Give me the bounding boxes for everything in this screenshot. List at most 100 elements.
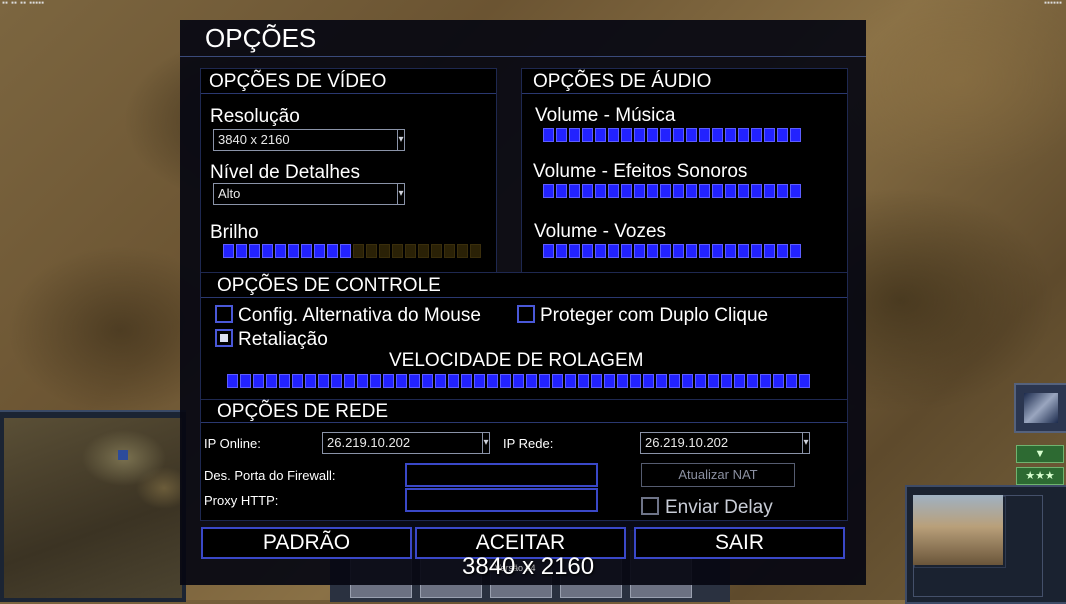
- brightness-slider[interactable]: [223, 244, 481, 258]
- slider-segment: [275, 244, 286, 258]
- resolution-label: Resolução: [210, 106, 300, 127]
- video-section-title: OPÇÕES DE VÍDEO: [209, 71, 387, 92]
- slider-segment: [621, 128, 632, 142]
- slider-segment: [773, 374, 784, 388]
- alt-mouse-checkbox[interactable]: [215, 305, 233, 323]
- slider-segment: [790, 244, 801, 258]
- exit-button[interactable]: SAIR: [634, 527, 845, 559]
- minimap-unit-marker: [118, 450, 128, 460]
- voice-volume-label: Volume - Vozes: [534, 221, 667, 242]
- slider-segment: [751, 128, 762, 142]
- slider-segment: [595, 128, 606, 142]
- slider-segment: [422, 374, 433, 388]
- slider-segment: [288, 244, 299, 258]
- slider-segment: [552, 374, 563, 388]
- default-button[interactable]: PADRÃO: [201, 527, 412, 559]
- slider-segment: [777, 244, 788, 258]
- slider-segment: [660, 184, 671, 198]
- slider-segment: [621, 184, 632, 198]
- slider-segment: [223, 244, 234, 258]
- slider-segment: [669, 374, 680, 388]
- slider-segment: [513, 374, 524, 388]
- scroll-speed-label: VELOCIDADE DE ROLAGEM: [389, 350, 644, 371]
- slider-segment: [314, 244, 325, 258]
- slider-segment: [279, 374, 290, 388]
- double-click-checkbox[interactable]: [517, 305, 535, 323]
- slider-segment: [777, 128, 788, 142]
- slider-segment: [383, 374, 394, 388]
- slider-segment: [608, 244, 619, 258]
- firewall-port-input[interactable]: [405, 463, 598, 487]
- slider-segment: [457, 244, 468, 258]
- rank-stars-icon: ★★★: [1016, 467, 1064, 485]
- online-ip-label: IP Online:: [204, 436, 261, 451]
- slider-segment: [721, 374, 732, 388]
- refresh-nat-button[interactable]: Atualizar NAT: [641, 463, 795, 487]
- slider-segment: [461, 374, 472, 388]
- slider-segment: [582, 128, 593, 142]
- proxy-http-input[interactable]: [405, 488, 598, 512]
- slider-segment: [357, 374, 368, 388]
- slider-segment: [539, 374, 550, 388]
- slider-segment: [738, 128, 749, 142]
- slider-segment: [725, 184, 736, 198]
- scroll-down-button[interactable]: ▼: [1016, 445, 1064, 463]
- slider-segment: [526, 374, 537, 388]
- slider-segment: [249, 244, 260, 258]
- music-volume-slider[interactable]: [543, 128, 801, 142]
- slider-segment: [379, 244, 390, 258]
- retaliation-checkbox[interactable]: [215, 329, 233, 347]
- superweapon-button[interactable]: [1014, 383, 1066, 433]
- detail-level-dropdown[interactable]: Alto ▾: [213, 183, 405, 205]
- lan-ip-dropdown[interactable]: 26.219.10.202 ▾: [640, 432, 810, 454]
- minimap[interactable]: [4, 418, 182, 598]
- online-ip-dropdown[interactable]: 26.219.10.202 ▾: [322, 432, 490, 454]
- slider-segment: [236, 244, 247, 258]
- chevron-down-icon: ▾: [397, 184, 404, 204]
- slider-segment: [695, 374, 706, 388]
- resolution-dropdown[interactable]: 3840 x 2160 ▾: [213, 129, 405, 151]
- slider-segment: [543, 244, 554, 258]
- unit-portrait[interactable]: [913, 495, 1003, 565]
- send-delay-checkbox[interactable]: [641, 497, 659, 515]
- detail-level-value: Alto: [218, 186, 241, 201]
- brightness-label: Brilho: [210, 222, 259, 243]
- slider-segment: [292, 374, 303, 388]
- slider-segment: [431, 244, 442, 258]
- slider-segment: [608, 128, 619, 142]
- chevron-down-icon: ▾: [482, 433, 489, 453]
- network-header: OPÇÕES DE REDE: [201, 400, 847, 423]
- resolution-value: 3840 x 2160: [218, 132, 290, 147]
- slider-segment: [595, 244, 606, 258]
- slider-segment: [647, 128, 658, 142]
- slider-segment: [747, 374, 758, 388]
- slider-segment: [764, 128, 775, 142]
- chevron-down-icon: ▾: [397, 130, 404, 150]
- slider-segment: [331, 374, 342, 388]
- debug-info-right: ▪▪▪▪▪▪: [1043, 0, 1062, 6]
- slider-segment: [418, 244, 429, 258]
- slider-segment: [699, 244, 710, 258]
- slider-segment: [569, 128, 580, 142]
- slider-segment: [751, 184, 762, 198]
- audio-header: OPÇÕES DE ÁUDIO: [522, 69, 847, 94]
- slider-segment: [699, 128, 710, 142]
- double-click-label: Proteger com Duplo Clique: [540, 305, 769, 326]
- slider-segment: [764, 244, 775, 258]
- slider-segment: [366, 244, 377, 258]
- control-options-panel: OPÇÕES DE CONTROLE Config. Alternativa d…: [200, 272, 848, 400]
- dialog-title-bar: OPÇÕES: [180, 20, 866, 57]
- sfx-volume-slider[interactable]: [543, 184, 801, 198]
- slider-segment: [556, 244, 567, 258]
- voice-volume-slider[interactable]: [543, 244, 801, 258]
- slider-segment: [569, 184, 580, 198]
- slider-segment: [786, 374, 797, 388]
- slider-segment: [327, 244, 338, 258]
- slider-segment: [673, 244, 684, 258]
- slider-segment: [405, 244, 416, 258]
- satellite-icon: [1024, 393, 1058, 423]
- scroll-speed-slider[interactable]: [227, 374, 810, 388]
- sfx-volume-label: Volume - Efeitos Sonoros: [533, 161, 748, 182]
- slider-segment: [435, 374, 446, 388]
- slider-segment: [712, 128, 723, 142]
